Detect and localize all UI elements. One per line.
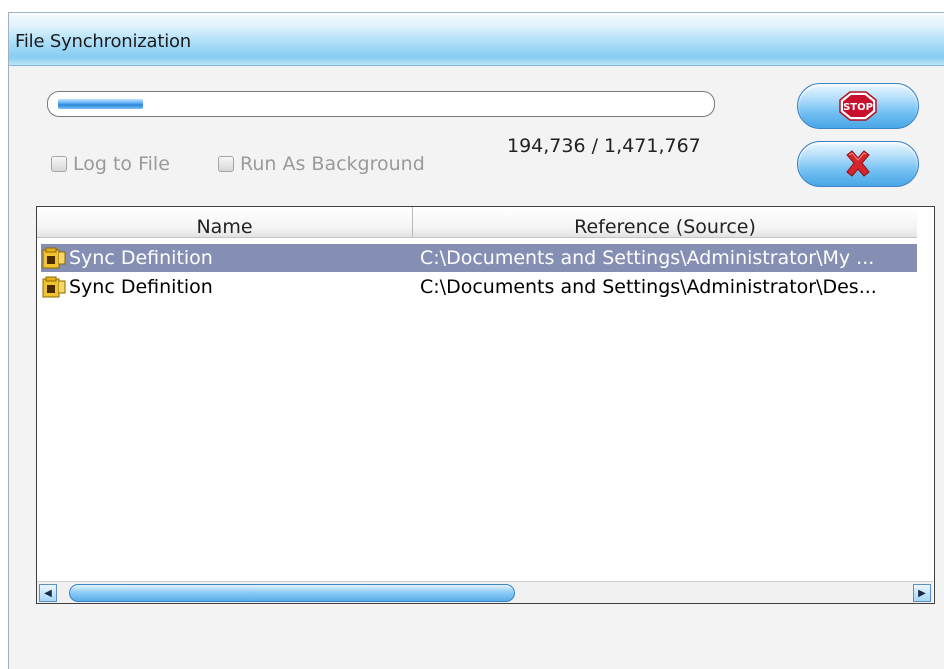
log-to-file-checkbox[interactable]: Log to File (51, 153, 170, 175)
row-2-name-cell: Sync Definition (41, 273, 213, 301)
window-title: File Synchronization (15, 31, 192, 52)
row-1-name-cell: Sync Definition (41, 244, 213, 272)
list-header: Name Reference (Source) (37, 207, 917, 238)
list-row-2[interactable]: Sync Definition C:\Documents and Setting… (41, 273, 917, 301)
sync-definitions-list[interactable]: Name Reference (Source) Sync Definition … (36, 206, 935, 604)
row-2-reference: C:\Documents and Settings\Administrator\… (420, 276, 877, 298)
progress-bar (47, 91, 715, 117)
sync-definition-icon (42, 247, 66, 269)
log-to-file-checkbox-box[interactable] (51, 156, 67, 172)
cancel-button[interactable] (797, 141, 919, 187)
scroll-thumb[interactable] (69, 584, 515, 602)
run-as-background-checkbox-box[interactable] (218, 156, 234, 172)
stop-sign-icon: STOP (839, 91, 877, 121)
progress-counter: 194,736 / 1,471,767 (507, 135, 701, 157)
scroll-left-arrow-icon[interactable]: ◀ (39, 584, 57, 602)
row-1-name: Sync Definition (69, 247, 213, 269)
column-header-reference[interactable]: Reference (Source) (413, 207, 917, 238)
horizontal-scrollbar[interactable]: ◀ ▶ (37, 581, 933, 603)
run-as-background-label: Run As Background (240, 153, 425, 175)
scroll-right-arrow-icon[interactable]: ▶ (913, 584, 931, 602)
stop-sign-text: STOP (843, 102, 873, 113)
file-sync-window: File Synchronization 194,736 / 1,471,767… (8, 12, 944, 669)
progress-bar-fill (58, 99, 143, 109)
red-x-icon (846, 150, 870, 177)
sync-definition-icon (42, 276, 66, 298)
run-as-background-checkbox[interactable]: Run As Background (218, 153, 425, 175)
stop-button[interactable]: STOP (797, 83, 919, 129)
title-bar[interactable]: File Synchronization (9, 13, 944, 66)
row-1-reference: C:\Documents and Settings\Administrator\… (420, 247, 875, 269)
log-to-file-label: Log to File (73, 153, 170, 175)
column-header-name[interactable]: Name (37, 207, 413, 238)
row-2-name: Sync Definition (69, 276, 213, 298)
list-row-1[interactable]: Sync Definition C:\Documents and Setting… (41, 244, 917, 272)
